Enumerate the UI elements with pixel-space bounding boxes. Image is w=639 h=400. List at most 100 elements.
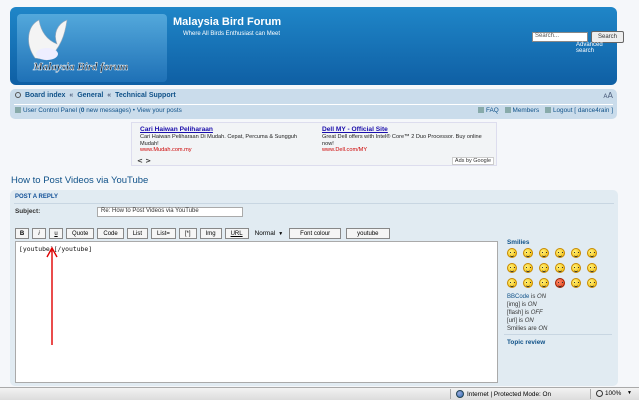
ad-1[interactable]: Cari Haiwan Peliharaan Cari Haiwan Pelih… (140, 126, 305, 153)
img-button[interactable]: Img (199, 228, 222, 239)
list-item-button[interactable]: [*] (178, 228, 197, 239)
new-messages-link[interactable]: new messages (86, 107, 129, 114)
smiley-icon[interactable] (571, 263, 581, 273)
breadcrumb-board-index[interactable]: Board index (25, 92, 65, 99)
site-title[interactable]: Malaysia Bird Forum (173, 16, 281, 28)
chevron-down-icon[interactable]: ▼ (627, 390, 632, 396)
ad-nav-arrows[interactable]: < > (137, 157, 151, 165)
nav-divider (14, 104, 613, 105)
smiley-icon[interactable] (587, 278, 597, 288)
bbcode-link[interactable]: BBCode (507, 294, 529, 300)
smiley-icon[interactable] (587, 248, 597, 258)
advanced-search-link[interactable]: Advanced search (576, 42, 617, 54)
bbcode-status-line: Smilies are ON (507, 326, 548, 332)
smiley-icon[interactable] (507, 263, 517, 273)
ad-title[interactable]: Cari Haiwan Peliharaan (140, 126, 305, 133)
smiley-icon[interactable] (555, 263, 565, 273)
ad-url[interactable]: www.Dell.com/MY (322, 147, 487, 153)
breadcrumb-separator: « (69, 92, 74, 99)
browser-status-bar: Internet | Protected Mode: On 100% ▼ (0, 387, 639, 400)
smilies-state: ON (538, 326, 548, 332)
zone-label: Internet | Protected Mode: On (467, 390, 552, 398)
faq-icon (477, 107, 484, 113)
smilies-grid (507, 248, 607, 288)
ucp-icon (15, 107, 21, 113)
security-zone[interactable]: Internet | Protected Mode: On (456, 390, 551, 398)
members-icon (504, 107, 511, 113)
img-status-name: [img] (507, 302, 521, 308)
smiley-icon[interactable] (571, 248, 581, 258)
ad-text: Great Dell offers with Intel® Core™ 2 Du… (322, 134, 482, 147)
members-link[interactable]: Members (513, 107, 540, 114)
ad-2[interactable]: Dell MY - Official Site Great Dell offer… (322, 126, 487, 153)
breadcrumb-separator: « (107, 92, 112, 99)
ad-url[interactable]: www.Mudah.com.my (140, 147, 305, 153)
sidebar-divider (504, 334, 612, 335)
logout-link[interactable]: Logout [ dance4rain ] (553, 107, 613, 114)
site-description: Where All Birds Enthusiast can Meet (183, 31, 281, 37)
ads-by-google[interactable]: Ads by Google (451, 157, 494, 165)
flash-status-name: [flash] (507, 310, 524, 316)
smiley-icon[interactable] (523, 248, 533, 258)
font-colour-button[interactable]: Font colour (289, 228, 342, 239)
post-reply-panel: POST A REPLY Subject: Re: How to Post Vi… (10, 190, 618, 386)
search-input[interactable]: Search... (532, 32, 588, 42)
quote-button[interactable]: Quote (66, 228, 95, 239)
url-status-name: [url] (507, 318, 518, 324)
bold-button[interactable]: B (15, 228, 29, 239)
smiley-icon[interactable] (539, 248, 549, 258)
subject-input[interactable]: Re: How to Post Videos via YouTube (97, 207, 243, 217)
panel-heading: POST A REPLY (15, 194, 59, 200)
faq-link[interactable]: FAQ (486, 107, 499, 114)
zoom-control[interactable]: 100% (596, 390, 621, 397)
bbcode-status: BBCode is ON [img] is ON [flash] is OFF … (507, 293, 547, 333)
url-state: ON (524, 318, 534, 324)
smiley-icon[interactable] (507, 278, 517, 288)
youtube-button[interactable]: youtube (346, 228, 390, 239)
site-logo[interactable]: Malaysia Bird forum (17, 14, 167, 82)
underline-button[interactable]: u (49, 228, 63, 239)
message-textarea[interactable]: [youtube][/youtube] (15, 241, 498, 383)
smiley-icon[interactable] (539, 278, 549, 288)
breadcrumb: Board index « General « Technical Suppor… (15, 92, 176, 99)
italic-button[interactable]: i (32, 228, 46, 239)
status-separator (450, 389, 451, 399)
search-button-label: Search (597, 34, 617, 40)
logo-text: Malaysia Bird forum (32, 61, 129, 73)
status-separator (590, 389, 591, 399)
smiley-icon[interactable] (539, 263, 549, 273)
ad-title[interactable]: Dell MY - Official Site (322, 126, 487, 133)
font-size-icon[interactable]: AA (603, 91, 613, 100)
smiley-icon[interactable] (523, 278, 533, 288)
breadcrumb-general[interactable]: General (77, 92, 103, 99)
ucp-link[interactable]: User Control Panel (23, 107, 77, 114)
font-size-select[interactable]: Normal ▼ (252, 228, 287, 239)
globe-icon (456, 390, 464, 398)
smiley-icon[interactable] (507, 248, 517, 258)
smiley-icon[interactable] (555, 248, 565, 258)
list-button[interactable]: List (126, 228, 149, 239)
ad-text: Cari Haiwan Peliharaan Di Mudah. Cepat, … (140, 134, 298, 147)
annotation-arrow-icon (46, 246, 58, 345)
bbcode-status-line: [flash] is OFF (507, 310, 543, 316)
smiley-icon[interactable] (555, 278, 565, 288)
topic-review-link[interactable]: Topic review (507, 339, 545, 346)
subject-label: Subject: (15, 208, 41, 215)
smiley-icon[interactable] (571, 278, 581, 288)
img-state: ON (527, 302, 537, 308)
zoom-icon (596, 390, 603, 397)
smiley-icon[interactable] (587, 263, 597, 273)
bbcode-state: ON (537, 294, 547, 300)
page-title[interactable]: How to Post Videos via YouTube (11, 175, 148, 186)
view-posts-link[interactable]: View your posts (137, 107, 182, 114)
breadcrumb-technical-support[interactable]: Technical Support (115, 92, 176, 99)
code-button[interactable]: Code (97, 228, 124, 239)
bbcode-status-line: [img] is ON (507, 302, 537, 308)
smiley-icon[interactable] (523, 263, 533, 273)
home-icon (15, 92, 21, 98)
user-links: User Control Panel (0 new messages) • Vi… (15, 107, 182, 114)
panel-divider (14, 203, 614, 204)
ordered-list-button[interactable]: List= (151, 228, 176, 239)
url-button[interactable]: URL (224, 228, 249, 239)
navbar: Board index « General « Technical Suppor… (10, 89, 617, 119)
